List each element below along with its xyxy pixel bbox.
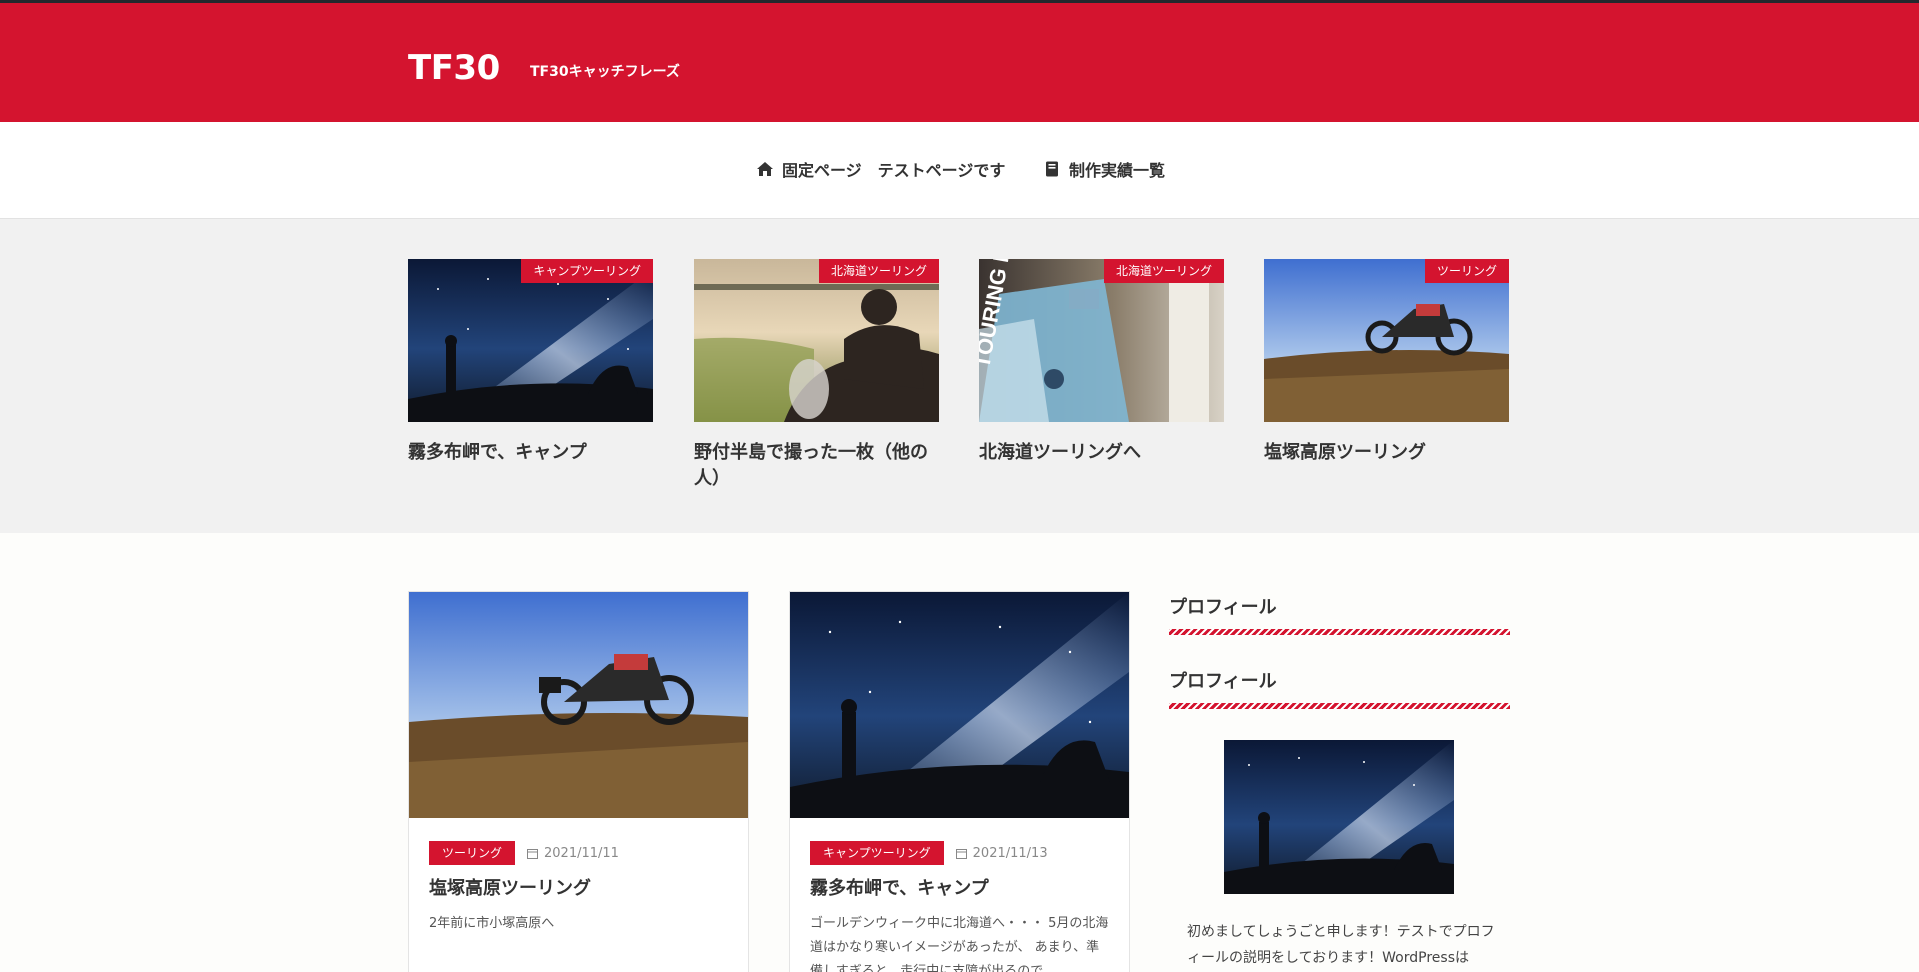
pickup-card[interactable]: ツーリング 塩塚高原ツーリング bbox=[1264, 259, 1509, 466]
widget-title: プロフィール bbox=[1169, 671, 1277, 692]
post-meta: ツーリング 2021/11/11 bbox=[429, 841, 619, 865]
post-excerpt: ゴールデンウィーク中に北海道へ・・・ 5月の北海道はかなり寒いイメージがあったが… bbox=[810, 916, 1109, 972]
post-thumbnail bbox=[409, 592, 748, 818]
pickup-title[interactable]: 霧多布岬で、キャンプ bbox=[408, 440, 653, 466]
main-content: ツーリング 2021/11/11 塩塚高原ツーリング 2年前に市小塚高原へ キャ… bbox=[0, 533, 1919, 972]
category-badge[interactable]: ツーリング bbox=[429, 841, 516, 865]
motorcycle-sunset-image bbox=[1264, 259, 1509, 422]
milky-way-image bbox=[790, 592, 1129, 818]
post-title[interactable]: 霧多布岬で、キャンプ bbox=[810, 874, 989, 900]
pickup-thumbnail: TOURING M 北海道ツーリング bbox=[979, 259, 1224, 422]
nav-item-label: 固定ページ テストページです bbox=[782, 161, 1006, 180]
profile-image bbox=[1224, 740, 1454, 894]
nav-item-works[interactable]: 制作実績一覧 bbox=[1043, 157, 1165, 181]
pickup-title[interactable]: 塩塚高原ツーリング bbox=[1264, 440, 1509, 466]
post-card[interactable]: ツーリング 2021/11/11 塩塚高原ツーリング 2年前に市小塚高原へ bbox=[408, 591, 749, 972]
nav-item-fixed-page[interactable]: 固定ページ テストページです bbox=[756, 157, 1005, 181]
site-header: TF30 TF30キャッチフレーズ bbox=[0, 3, 1919, 122]
post-date: 2021/11/11 bbox=[527, 846, 619, 861]
post-excerpt: 2年前に市小塚高原へ bbox=[429, 916, 555, 931]
touring-map-image: TOURING M bbox=[979, 259, 1224, 422]
pickup-title[interactable]: 北海道ツーリングへ bbox=[979, 440, 1224, 466]
calendar-icon bbox=[955, 848, 967, 859]
pickup-thumbnail: ツーリング bbox=[1264, 259, 1509, 422]
widget-title: プロフィール bbox=[1169, 597, 1277, 618]
post-meta: キャンプツーリング 2021/11/13 bbox=[810, 841, 1048, 865]
pickup-thumbnail: 北海道ツーリング bbox=[694, 259, 939, 422]
post-date-text: 2021/11/13 bbox=[972, 845, 1048, 861]
post-title[interactable]: 塩塚高原ツーリング bbox=[429, 874, 591, 900]
post-card[interactable]: キャンプツーリング 2021/11/13 霧多布岬で、キャンプ ゴールデンウィー… bbox=[789, 591, 1130, 972]
category-badge[interactable]: キャンプツーリング bbox=[810, 841, 944, 865]
pickup-thumbnail: キャンプツーリング bbox=[408, 259, 653, 422]
milky-way-image bbox=[408, 259, 653, 422]
pickup-title[interactable]: 野付半島で撮った一枚（他の人） bbox=[694, 440, 939, 492]
calendar-icon bbox=[527, 848, 539, 859]
nav-item-label: 制作実績一覧 bbox=[1069, 161, 1166, 180]
category-badge[interactable]: キャンプツーリング bbox=[521, 259, 653, 283]
pickup-card[interactable]: TOURING M 北海道ツーリング 北海道ツーリングへ bbox=[979, 259, 1224, 466]
pickup-card[interactable]: 北海道ツーリング 野付半島で撮った一枚（他の人） bbox=[694, 259, 939, 492]
site-tagline: TF30キャッチフレーズ bbox=[530, 64, 680, 80]
site-title[interactable]: TF30 bbox=[408, 48, 500, 88]
post-thumbnail bbox=[790, 592, 1129, 818]
post-date: 2021/11/13 bbox=[955, 845, 1048, 861]
motorcycle-sunset-image bbox=[409, 592, 748, 818]
widget-divider bbox=[1169, 629, 1510, 635]
sunset-rider-image bbox=[694, 259, 939, 422]
main-navigation: 固定ページ テストページです 制作実績一覧 bbox=[0, 122, 1919, 219]
milky-way-image bbox=[1224, 740, 1454, 894]
post-date-text: 2021/11/11 bbox=[544, 845, 619, 861]
home-icon bbox=[757, 162, 773, 176]
category-badge[interactable]: ツーリング bbox=[1424, 259, 1509, 283]
category-badge[interactable]: 北海道ツーリング bbox=[1103, 259, 1224, 283]
profile-description: 初めましてしょうごと申します！テストでプロフィールの説明をしております！Word… bbox=[1187, 924, 1495, 966]
widget-divider bbox=[1169, 703, 1510, 709]
pickup-section: キャンプツーリング 霧多布岬で、キャンプ 北海道ツーリング 野付半島で撮った一枚… bbox=[0, 219, 1919, 533]
book-icon bbox=[1046, 161, 1058, 177]
category-badge[interactable]: 北海道ツーリング bbox=[818, 259, 939, 283]
pickup-card[interactable]: キャンプツーリング 霧多布岬で、キャンプ bbox=[408, 259, 653, 466]
